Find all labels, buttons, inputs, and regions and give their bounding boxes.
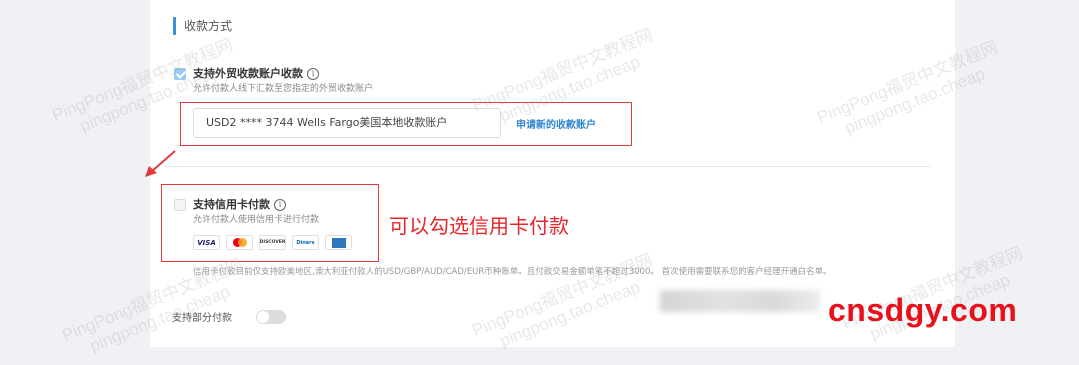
partial-payment-toggle[interactable] [256, 310, 286, 324]
foreign-account-description: 允许付款人线下汇款至您指定的外贸收款账户 [193, 84, 374, 94]
site-watermark: cnsdgy.com [828, 292, 1018, 328]
annotation-text: 可以勾选信用卡付款 [389, 214, 569, 238]
info-icon[interactable]: i [307, 68, 319, 80]
blurred-region [660, 290, 820, 312]
highlight-box-credit-card [161, 184, 379, 262]
section-title: 收款方式 [173, 17, 232, 35]
credit-card-notice: 信用卡付款目前仅支持欧美地区,澳大利亚付款人的USD/GBP/AUD/CAD/E… [193, 267, 832, 277]
annotation-arrow-icon [145, 150, 176, 177]
divider [165, 166, 931, 167]
highlight-box-account [180, 102, 632, 146]
